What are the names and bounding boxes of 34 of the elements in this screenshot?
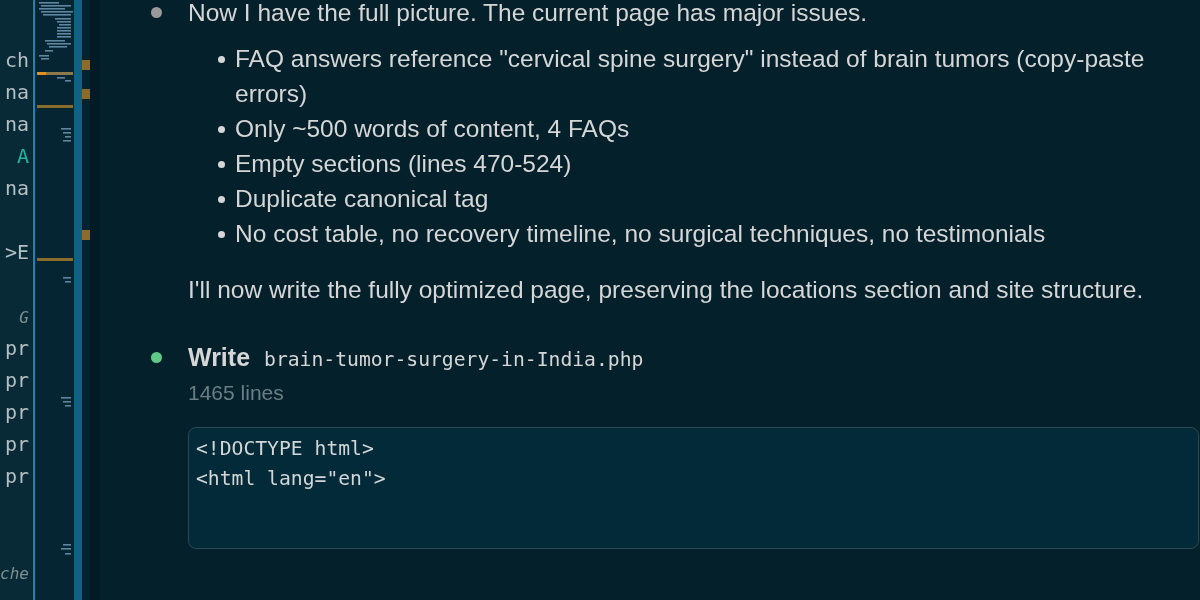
marker-icon (82, 60, 90, 70)
issue-text: FAQ answers reference "cervical spine surgery" instead of brain tumors (copy-paste errors) (235, 43, 1146, 109)
tool-name: Write (188, 342, 251, 372)
issue-text: Only ~500 words of content, 4 FAQs (235, 113, 631, 144)
issue-text: Duplicate canonical tag (235, 183, 490, 214)
code-text: na (4, 79, 29, 106)
bullet-icon (218, 160, 225, 168)
code-text: na (4, 175, 29, 202)
code-text: ch (4, 47, 29, 74)
message-text: Now I have the full picture. The current page has major issues. (188, 0, 869, 26)
line-count: 1465 lines (188, 380, 285, 406)
code-text: pr (4, 335, 29, 362)
code-text: pr (4, 463, 29, 490)
bullet-icon (218, 230, 225, 238)
scrollbar-thumb[interactable] (74, 0, 82, 600)
code-text: >E (4, 239, 29, 266)
issue-text: No cost table, no recovery timeline, no surgical techniques, no testimonials (235, 218, 1047, 249)
code-text: G (19, 307, 29, 329)
bullet-icon (218, 195, 225, 203)
code-line: <html lang="en"> (196, 466, 386, 492)
code-text: na (4, 111, 29, 138)
file-name: brain-tumor-surgery-in-India.php (264, 347, 644, 373)
bullet-icon (218, 55, 225, 63)
code-line: <!DOCTYPE html> (196, 436, 374, 462)
marker-icon (82, 230, 90, 240)
code-text: che (0, 563, 29, 585)
code-text: A (16, 143, 29, 170)
issue-text: Empty sections (lines 470-524) (235, 148, 573, 179)
code-text: pr (4, 399, 29, 426)
marker-icon (82, 89, 90, 99)
message-text: I'll now write the fully optimized page, preserving the locations section and site structure. (188, 275, 1145, 305)
bullet-icon (218, 125, 225, 133)
code-text: pr (4, 431, 29, 458)
code-text: pr (4, 367, 29, 394)
